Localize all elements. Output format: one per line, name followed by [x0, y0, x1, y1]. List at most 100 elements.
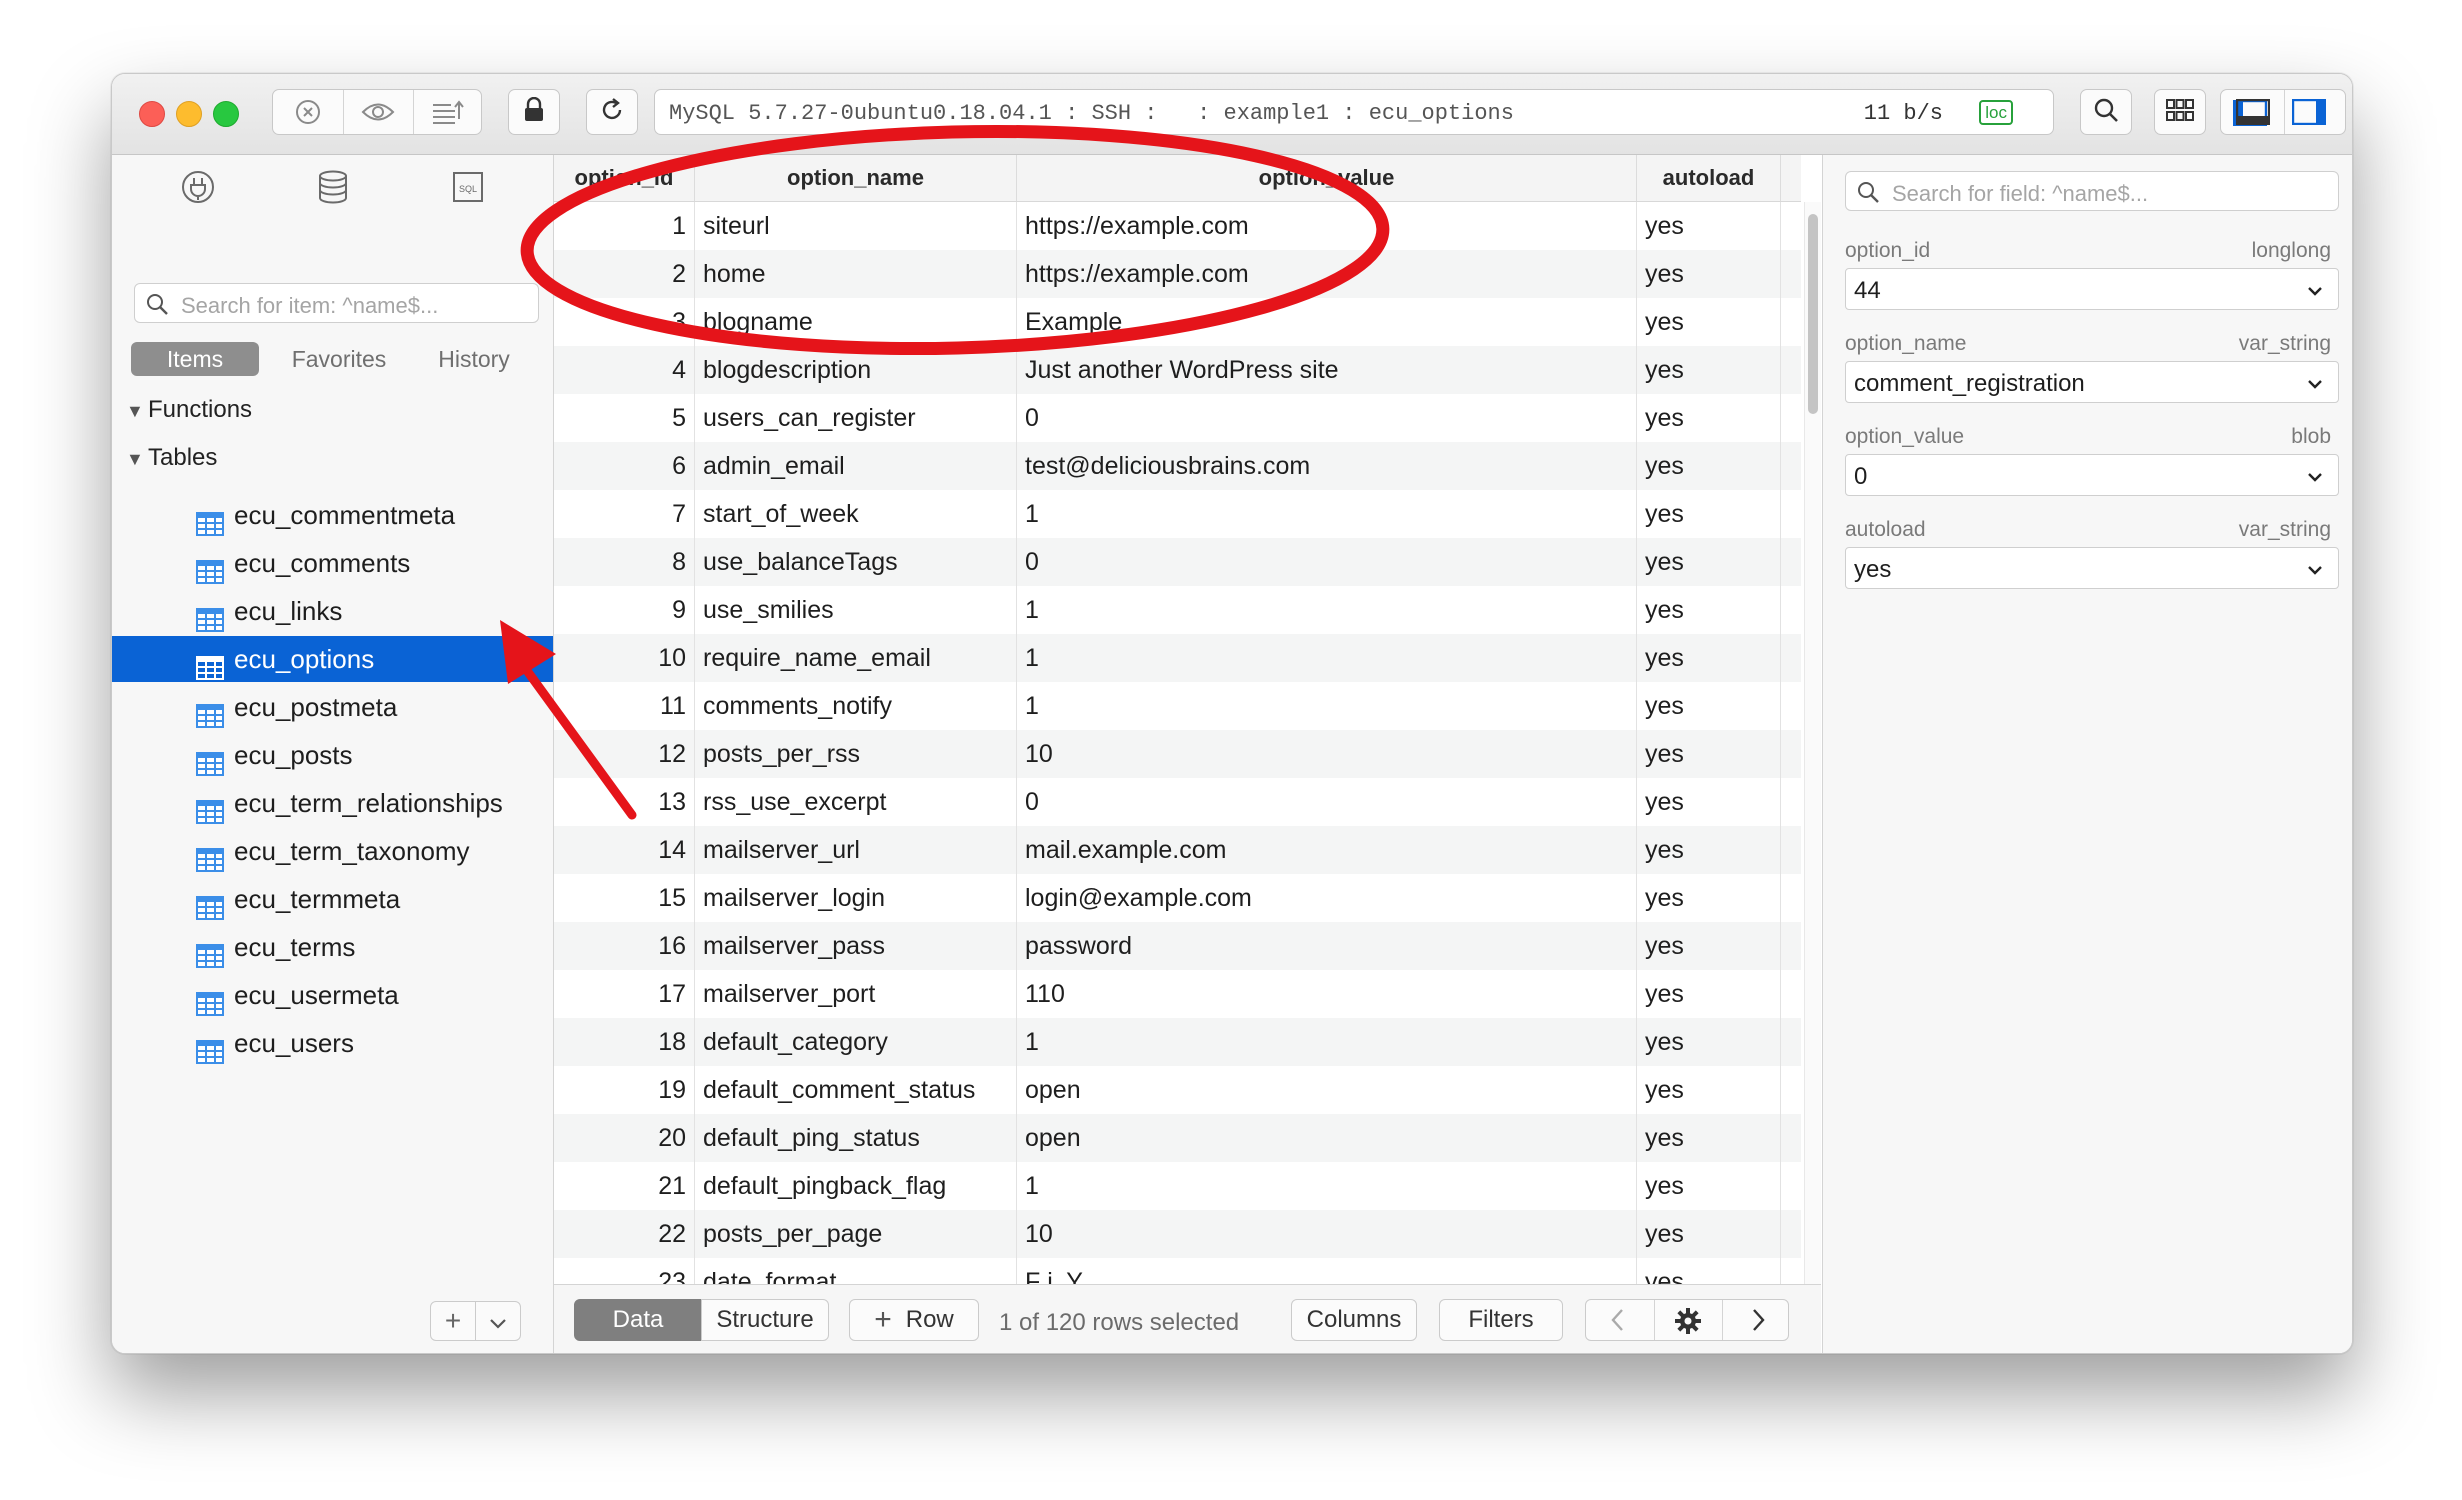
table-row[interactable]: 3 blogname Example yes — [554, 298, 1801, 346]
filters-button[interactable]: Filters — [1439, 1299, 1563, 1341]
table-row[interactable]: 1 siteurl https://example.com yes — [554, 202, 1801, 250]
cell-option-value[interactable]: 10 — [1017, 730, 1637, 778]
cell-option-value[interactable]: https://example.com — [1017, 250, 1637, 298]
cell-option-name[interactable]: use_smilies — [695, 586, 1017, 634]
table-row[interactable]: 15 mailserver_login login@example.com yes — [554, 874, 1801, 922]
cell-option-value[interactable]: 1 — [1017, 1162, 1637, 1210]
cell-option-id[interactable]: 21 — [554, 1162, 695, 1210]
field-value-input-option_value[interactable]: 0 — [1845, 454, 2339, 496]
cell-option-value[interactable]: 110 — [1017, 970, 1637, 1018]
add-row-button[interactable]: + Row — [849, 1299, 979, 1341]
cell-autoload[interactable]: yes — [1637, 730, 1781, 778]
cell-option-name[interactable]: blogdescription — [695, 346, 1017, 394]
field-value-input-autoload[interactable]: yes — [1845, 547, 2339, 589]
close-window-button[interactable] — [139, 101, 165, 127]
chevron-down-icon[interactable] — [2306, 279, 2324, 297]
cell-autoload[interactable]: yes — [1637, 490, 1781, 538]
cell-option-name[interactable]: default_ping_status — [695, 1114, 1017, 1162]
cell-option-value[interactable]: 1 — [1017, 1018, 1637, 1066]
cell-option-value[interactable]: open — [1017, 1066, 1637, 1114]
cell-option-id[interactable]: 6 — [554, 442, 695, 490]
table-row[interactable]: 2 home https://example.com yes — [554, 250, 1801, 298]
sidebar-item-ecu_commentmeta[interactable]: ecu_commentmeta — [112, 492, 553, 538]
cell-option-id[interactable]: 20 — [554, 1114, 695, 1162]
cell-autoload[interactable]: yes — [1637, 346, 1781, 394]
cell-option-id[interactable]: 19 — [554, 1066, 695, 1114]
cell-option-name[interactable]: users_can_register — [695, 394, 1017, 442]
cell-autoload[interactable]: yes — [1637, 394, 1781, 442]
cell-option-id[interactable]: 3 — [554, 298, 695, 346]
gear-icon[interactable] — [1674, 1307, 1702, 1342]
cell-autoload[interactable]: yes — [1637, 826, 1781, 874]
table-row[interactable]: 7 start_of_week 1 yes — [554, 490, 1801, 538]
cell-option-value[interactable]: F j, Y — [1017, 1258, 1637, 1284]
cell-option-id[interactable]: 23 — [554, 1258, 695, 1284]
cell-option-name[interactable]: mailserver_login — [695, 874, 1017, 922]
cell-option-name[interactable]: default_category — [695, 1018, 1017, 1066]
chevron-down-icon[interactable] — [2306, 558, 2324, 576]
cell-option-name[interactable]: rss_use_excerpt — [695, 778, 1017, 826]
cell-option-id[interactable]: 14 — [554, 826, 695, 874]
cell-option-name[interactable]: mailserver_url — [695, 826, 1017, 874]
chevron-down-icon[interactable] — [2306, 372, 2324, 390]
item-search-input[interactable]: Search for item: ^name$... — [134, 283, 539, 323]
sidebar-item-ecu_links[interactable]: ecu_links — [112, 588, 553, 634]
cell-option-value[interactable]: test@deliciousbrains.com — [1017, 442, 1637, 490]
cell-autoload[interactable]: yes — [1637, 922, 1781, 970]
connection-icon[interactable] — [178, 167, 218, 207]
columns-button[interactable]: Columns — [1291, 1299, 1417, 1341]
cell-autoload[interactable]: yes — [1637, 1018, 1781, 1066]
vertical-scrollbar[interactable] — [1804, 202, 1821, 1284]
cell-option-id[interactable]: 18 — [554, 1018, 695, 1066]
cell-option-id[interactable]: 15 — [554, 874, 695, 922]
cell-option-name[interactable]: mailserver_port — [695, 970, 1017, 1018]
table-row[interactable]: 10 require_name_email 1 yes — [554, 634, 1801, 682]
tree-group-functions[interactable]: ▼ Functions — [126, 396, 252, 424]
cell-autoload[interactable]: yes — [1637, 586, 1781, 634]
lock-button[interactable] — [508, 89, 560, 135]
minimize-window-button[interactable] — [176, 101, 202, 127]
sidebar-item-ecu_postmeta[interactable]: ecu_postmeta — [112, 684, 553, 730]
cell-autoload[interactable]: yes — [1637, 1258, 1781, 1284]
field-value-input-option_id[interactable]: 44 — [1845, 268, 2339, 310]
cell-option-id[interactable]: 17 — [554, 970, 695, 1018]
table-row[interactable]: 9 use_smilies 1 yes — [554, 586, 1801, 634]
cell-option-id[interactable]: 16 — [554, 922, 695, 970]
cell-option-value[interactable]: open — [1017, 1114, 1637, 1162]
cell-autoload[interactable]: yes — [1637, 442, 1781, 490]
table-row[interactable]: 21 default_pingback_flag 1 yes — [554, 1162, 1801, 1210]
column-header-autoload[interactable]: autoload — [1637, 155, 1781, 201]
table-row[interactable]: 23 date_format F j, Yyes — [554, 1258, 1801, 1284]
cell-autoload[interactable]: yes — [1637, 1066, 1781, 1114]
chevron-down-icon[interactable] — [2306, 465, 2324, 483]
table-row[interactable]: 17 mailserver_port 110 yes — [554, 970, 1801, 1018]
disclosure-triangle-icon[interactable]: ▼ — [126, 449, 148, 470]
cell-autoload[interactable]: yes — [1637, 538, 1781, 586]
tab-structure[interactable]: Structure — [701, 1299, 829, 1341]
tab-items[interactable]: Items — [131, 342, 259, 376]
chevron-left-icon[interactable] — [1610, 1308, 1626, 1339]
eye-icon[interactable] — [361, 99, 395, 130]
close-circle-icon[interactable] — [295, 99, 321, 130]
sidebar-item-ecu_term_taxonomy[interactable]: ecu_term_taxonomy — [112, 828, 553, 874]
tab-data[interactable]: Data — [574, 1299, 702, 1341]
cell-option-name[interactable]: default_comment_status — [695, 1066, 1017, 1114]
cell-option-value[interactable]: 1 — [1017, 490, 1637, 538]
cell-option-value[interactable]: login@example.com — [1017, 874, 1637, 922]
cell-option-id[interactable]: 9 — [554, 586, 695, 634]
table-row[interactable]: 14 mailserver_url mail.example.com yes — [554, 826, 1801, 874]
chevron-right-icon[interactable] — [1750, 1308, 1766, 1339]
cell-option-id[interactable]: 2 — [554, 250, 695, 298]
disclosure-triangle-icon[interactable]: ▼ — [126, 401, 148, 422]
cell-option-value[interactable]: password — [1017, 922, 1637, 970]
cell-option-id[interactable]: 13 — [554, 778, 695, 826]
table-row[interactable]: 4 blogdescription Just another WordPress s… — [554, 346, 1801, 394]
sidebar-item-ecu_comments[interactable]: ecu_comments — [112, 540, 553, 586]
scrollbar-thumb[interactable] — [1808, 214, 1818, 414]
zoom-window-button[interactable] — [213, 101, 239, 127]
cell-option-name[interactable]: admin_email — [695, 442, 1017, 490]
cell-autoload[interactable]: yes — [1637, 682, 1781, 730]
cell-option-value[interactable]: 0 — [1017, 538, 1637, 586]
cell-option-value[interactable]: 1 — [1017, 586, 1637, 634]
cell-option-value[interactable]: 0 — [1017, 778, 1637, 826]
